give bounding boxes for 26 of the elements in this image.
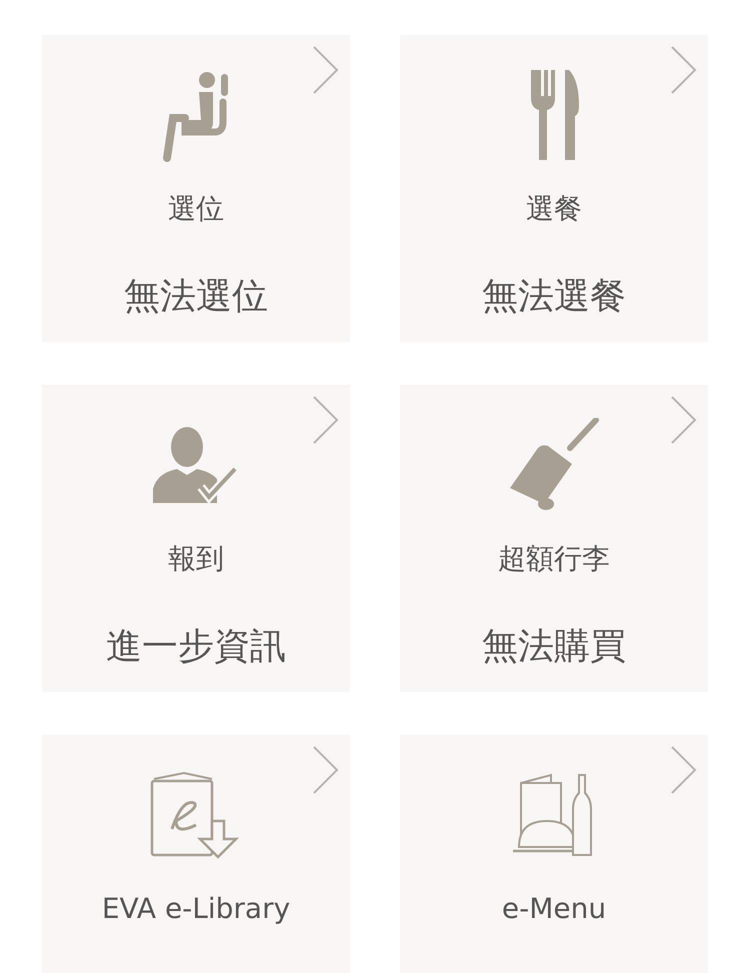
chevron-right-icon [670, 395, 698, 445]
card-status: 無法購買 [482, 625, 626, 669]
card-status: 進一步資訊 [106, 625, 286, 669]
service-card[interactable]: 超額行李 無法購買 [400, 385, 708, 692]
chevron-right-icon [312, 45, 340, 95]
card-title: 選位 [168, 193, 224, 225]
card-status: 無法選餐 [482, 275, 626, 319]
rolling-suitcase-icon [508, 418, 600, 512]
person-with-checkmark-icon [153, 425, 239, 505]
card-title: 選餐 [526, 193, 582, 225]
chevron-right-icon [670, 45, 698, 95]
service-card[interactable]: EVA e-Library [42, 735, 350, 973]
service-card[interactable]: e-Menu [400, 735, 708, 973]
card-title: e-Menu [502, 893, 606, 925]
card-status: 無法選位 [124, 275, 268, 319]
chevron-right-icon [312, 395, 340, 445]
service-card[interactable]: 選餐 無法選餐 [400, 35, 708, 342]
card-title: EVA e-Library [102, 893, 290, 925]
card-title: 報到 [168, 543, 224, 575]
menu-and-bottle-icon [513, 771, 595, 859]
service-card[interactable]: 選位 無法選位 [42, 35, 350, 342]
card-title: 超額行李 [498, 543, 610, 575]
fork-and-knife-icon [529, 68, 579, 162]
service-card[interactable]: 報到 進一步資訊 [42, 385, 350, 692]
chevron-right-icon [312, 745, 340, 795]
chevron-right-icon [670, 745, 698, 795]
